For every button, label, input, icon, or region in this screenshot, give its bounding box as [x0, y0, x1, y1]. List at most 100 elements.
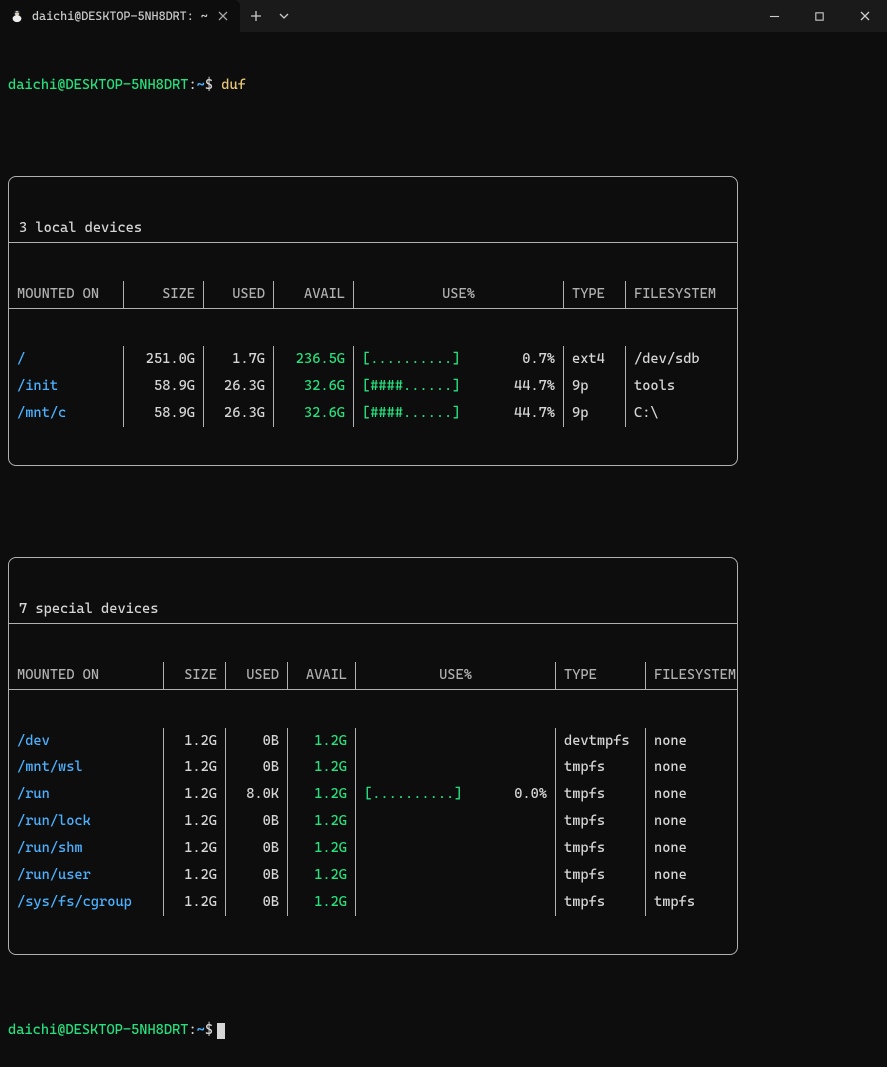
- table-cell: 0B: [226, 862, 288, 889]
- table-cell: tmpfs: [646, 889, 746, 916]
- col-header: MOUNTED ON: [9, 281, 124, 308]
- new-tab-button[interactable]: [240, 10, 272, 22]
- table-cell: /sys/fs/cgroup: [9, 889, 164, 916]
- table-cell: 1.2G: [288, 835, 356, 862]
- table-cell: tmpfs: [556, 835, 646, 862]
- command-text: duf: [221, 76, 246, 95]
- table-cell: 8.0K: [226, 781, 288, 808]
- local-devices-body: /251.0G1.7G236.5G[..........]0.7%ext4/de…: [9, 346, 737, 427]
- table-cell: 0B: [226, 835, 288, 862]
- table-cell: [..........]0.7%: [354, 346, 564, 373]
- table-cell: 236.5G: [274, 346, 354, 373]
- table-cell: 1.2G: [288, 862, 356, 889]
- table-cell: none: [646, 728, 746, 755]
- table-cell: 1.2G: [164, 781, 226, 808]
- prompt-user-host: daichi@DESKTOP-5NH8DRT: [8, 76, 188, 95]
- col-header: MOUNTED ON: [9, 662, 164, 689]
- prompt-line-1: daichi@DESKTOP-5NH8DRT:~$ duf: [8, 76, 879, 95]
- table-cell: /run: [9, 781, 164, 808]
- col-header: SIZE: [124, 281, 204, 308]
- terminal-output[interactable]: daichi@DESKTOP-5NH8DRT:~$ duf 3 local de…: [0, 32, 887, 1067]
- col-header: USED: [226, 662, 288, 689]
- col-header: FILESYSTEM: [646, 662, 746, 689]
- close-tab-icon[interactable]: [216, 9, 230, 23]
- special-devices-box: 7 special devices MOUNTED ON SIZE USED A…: [8, 557, 738, 954]
- maximize-button[interactable]: [797, 0, 842, 32]
- table-cell: /mnt/wsl: [9, 754, 164, 781]
- table-cell: /dev: [9, 728, 164, 755]
- table-cell: [356, 754, 556, 781]
- table-cell: [356, 808, 556, 835]
- table-cell: 0B: [226, 889, 288, 916]
- table-cell: tmpfs: [556, 754, 646, 781]
- table-cell: /: [9, 346, 124, 373]
- table-cell: ext4: [564, 346, 626, 373]
- table-cell: 1.2G: [288, 781, 356, 808]
- table-cell: 0B: [226, 728, 288, 755]
- table-cell: 1.2G: [288, 754, 356, 781]
- table-cell: 251.0G: [124, 346, 204, 373]
- local-devices-header: MOUNTED ON SIZE USED AVAIL USE% TYPE FIL…: [9, 281, 737, 309]
- table-cell: tmpfs: [556, 862, 646, 889]
- table-cell: 9p: [564, 400, 626, 427]
- table-cell: [####......]44.7%: [354, 373, 564, 400]
- local-devices-title: 3 local devices: [9, 215, 737, 243]
- table-cell: 1.2G: [164, 889, 226, 916]
- col-header: USE%: [356, 662, 556, 689]
- table-cell: 1.2G: [288, 728, 356, 755]
- close-window-button[interactable]: [842, 0, 887, 32]
- table-cell: tmpfs: [556, 781, 646, 808]
- prompt-line-2: daichi@DESKTOP-5NH8DRT:~$: [8, 1021, 879, 1040]
- col-header: AVAIL: [274, 281, 354, 308]
- table-cell: 0B: [226, 754, 288, 781]
- table-cell: [356, 889, 556, 916]
- special-devices-header: MOUNTED ON SIZE USED AVAIL USE% TYPE FIL…: [9, 662, 737, 690]
- table-cell: /mnt/c: [9, 400, 124, 427]
- table-cell: 1.2G: [164, 835, 226, 862]
- prompt-user-host: daichi@DESKTOP-5NH8DRT: [8, 1021, 188, 1040]
- table-cell: 58.9G: [124, 373, 204, 400]
- table-cell: none: [646, 862, 746, 889]
- tab-title: daichi@DESKTOP-5NH8DRT: ~: [32, 9, 208, 23]
- col-header: AVAIL: [288, 662, 356, 689]
- special-devices-title: 7 special devices: [9, 596, 737, 624]
- col-header: USED: [204, 281, 274, 308]
- table-cell: 1.2G: [164, 728, 226, 755]
- tux-icon: [10, 9, 24, 23]
- table-cell: /run/lock: [9, 808, 164, 835]
- cursor-icon: [217, 1023, 225, 1039]
- table-cell: 26.3G: [204, 373, 274, 400]
- table-cell: [####......]44.7%: [354, 400, 564, 427]
- prompt-path: ~: [197, 1021, 205, 1040]
- minimize-button[interactable]: [752, 0, 797, 32]
- table-cell: tmpfs: [556, 808, 646, 835]
- terminal-tab[interactable]: daichi@DESKTOP-5NH8DRT: ~: [0, 0, 240, 32]
- table-cell: none: [646, 808, 746, 835]
- table-cell: /run/user: [9, 862, 164, 889]
- col-header: USE%: [354, 281, 564, 308]
- table-cell: [356, 862, 556, 889]
- table-cell: tmpfs: [556, 889, 646, 916]
- table-cell: 32.6G: [274, 373, 354, 400]
- table-cell: /init: [9, 373, 124, 400]
- special-devices-body: /dev1.2G0B1.2Gdevtmpfsnone/mnt/wsl1.2G0B…: [9, 728, 737, 916]
- table-cell: 1.7G: [204, 346, 274, 373]
- prompt-dollar: $: [205, 76, 213, 95]
- table-cell: [356, 835, 556, 862]
- prompt-path: ~: [197, 76, 205, 95]
- col-header: FILESYSTEM: [626, 281, 734, 308]
- table-cell: 1.2G: [288, 808, 356, 835]
- local-devices-box: 3 local devices MOUNTED ON SIZE USED AVA…: [8, 176, 738, 466]
- tab-dropdown-button[interactable]: [272, 10, 296, 22]
- prompt-colon: :: [188, 76, 196, 95]
- prompt-dollar: $: [205, 1021, 213, 1040]
- table-cell: 1.2G: [164, 862, 226, 889]
- titlebar: daichi@DESKTOP-5NH8DRT: ~: [0, 0, 887, 32]
- table-cell: [356, 728, 556, 755]
- table-cell: 32.6G: [274, 400, 354, 427]
- table-cell: none: [646, 835, 746, 862]
- table-cell: /run/shm: [9, 835, 164, 862]
- table-cell: 1.2G: [288, 889, 356, 916]
- table-cell: 58.9G: [124, 400, 204, 427]
- table-cell: C:\: [626, 400, 734, 427]
